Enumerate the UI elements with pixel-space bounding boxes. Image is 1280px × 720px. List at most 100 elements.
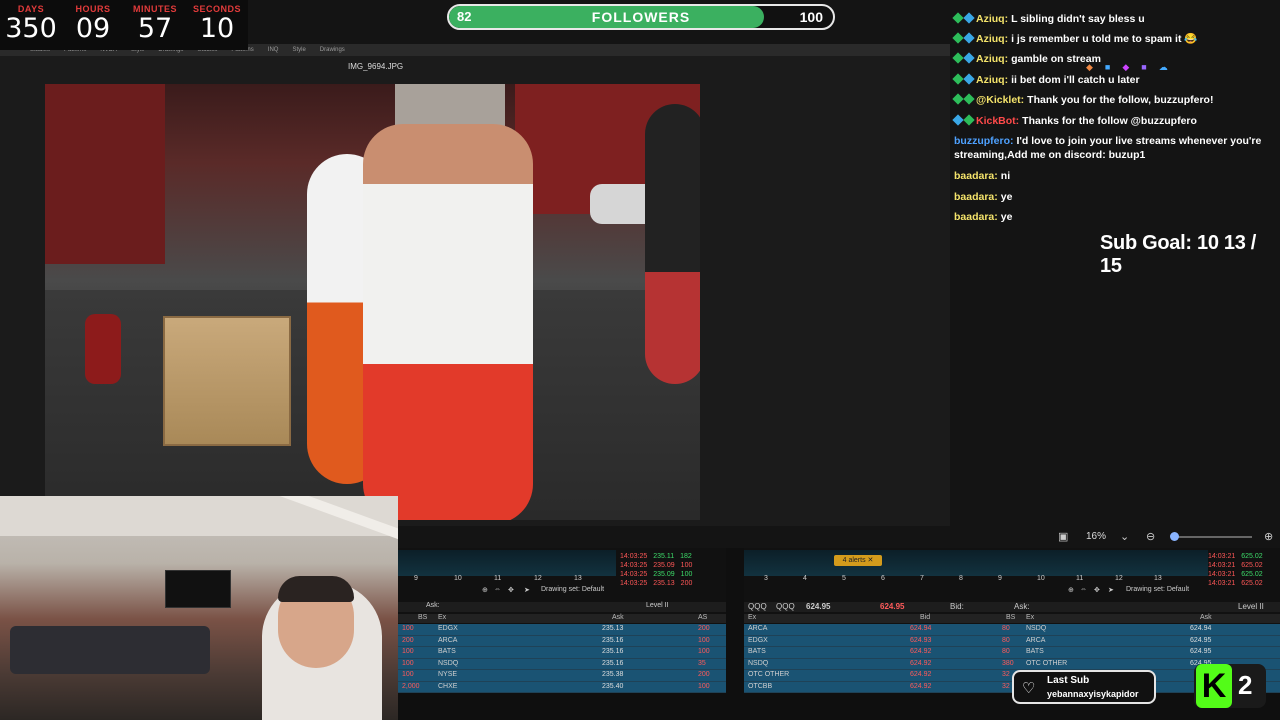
crosshair-icon[interactable]: ✥ — [1094, 586, 1100, 594]
quote-size: 182 — [680, 553, 692, 560]
cloud-icon[interactable]: ☁ — [1159, 62, 1168, 73]
cell-ex: CHXE — [438, 682, 458, 690]
cell-as: 100 — [698, 648, 710, 655]
chat-message: Aziuq: ii bet dom i'll catch u later — [952, 73, 1278, 87]
table-row[interactable]: 100 BATS 235.16 100 — [398, 647, 726, 659]
zoom-slider-track[interactable] — [1174, 536, 1252, 538]
countdown-hours: HOURS 09 — [62, 0, 124, 50]
pointer-icon[interactable]: ➤ — [524, 586, 530, 594]
chevron-down-icon[interactable]: ⌄ — [1120, 530, 1129, 543]
chat-username[interactable]: Aziuq: — [976, 74, 1008, 86]
table-row[interactable]: EDGX 624.93 80 ARCA 624.95 — [744, 635, 1280, 647]
cell-ask-ask: 624.94 — [1190, 625, 1212, 632]
chat-username[interactable]: @Kicklet: — [976, 94, 1024, 106]
sub-badge-icon — [952, 93, 964, 105]
table-row[interactable]: 100 NYSE 235.38 200 — [398, 670, 726, 682]
col-header: Bid — [920, 614, 931, 621]
zoom-slider-knob[interactable] — [1170, 532, 1179, 541]
zoom-out-icon[interactable]: ⊖ — [1146, 530, 1155, 543]
level2-rows: 100 EDGX 235.13 200 200 ARCA 235.16 100 100 BATS 2… — [398, 624, 726, 693]
table-row[interactable]: BATS 624.92 80 BATS 624.95 — [744, 647, 1280, 659]
chat-message: buzzupfero: I'd love to join your live st… — [954, 134, 1278, 162]
table-row[interactable]: 200 ARCA 235.16 100 — [398, 635, 726, 647]
col-header: AS — [698, 614, 708, 621]
countdown-timer: DAYS 350 HOURS 09 MINUTES 57 SECONDS 10 — [0, 0, 248, 50]
kick-logo-icon: K — [1196, 664, 1232, 708]
axis-tick-label: 12 — [534, 575, 542, 582]
cell-bid: 624.92 — [910, 682, 932, 690]
symbol[interactable]: QQQ — [748, 602, 767, 611]
cell-bs: 80 — [1002, 648, 1010, 655]
chat-text: ni — [1000, 170, 1011, 182]
col-header: BS — [418, 614, 428, 621]
chat-username[interactable]: buzzupfero: — [954, 135, 1014, 147]
axis-tick-label: 10 — [454, 575, 462, 582]
alerts-badge[interactable]: 4 alerts ✕ — [834, 555, 882, 566]
zoom-icon[interactable]: ⊕ — [482, 586, 488, 594]
table-row[interactable]: 2,000 CHXE 235.40 100 — [398, 681, 726, 693]
chat-username[interactable]: baadara: — [954, 191, 998, 203]
zoom-icon[interactable]: ⊕ — [1068, 586, 1074, 594]
app-icon[interactable]: ◆ — [1086, 62, 1093, 73]
drawing-set[interactable]: Drawing set: Default — [541, 586, 604, 593]
table-row[interactable]: 100 EDGX 235.13 200 — [398, 624, 726, 636]
col-header: Ask — [612, 614, 624, 621]
quote-time: 14:03:25 — [620, 562, 648, 569]
axis-tick-label: 13 — [574, 575, 582, 582]
ask-label: Ask: — [1014, 602, 1030, 611]
chat-username[interactable]: Aziuq: — [976, 13, 1008, 25]
last-sub-title: Last Sub — [1047, 675, 1090, 686]
quote-time: 14:03:25 — [620, 571, 648, 578]
chat-overlay: Aziuq: L sibling didn't say bless u Aziuq:… — [950, 0, 1280, 230]
time-sales-row: 14:03:25 235.11 182 — [620, 552, 698, 561]
cell-bs: 100 — [402, 659, 414, 667]
axis-tick-label: 11 — [494, 575, 502, 582]
chart-tools: ⊕ ⇔ ✥ ➤ Drawing set: Default — [744, 586, 1280, 596]
zoom-in-icon[interactable]: ⊕ — [1264, 530, 1273, 543]
cell-ask: 235.38 — [602, 671, 624, 678]
chat-username[interactable]: baadara: — [954, 170, 998, 182]
vip-badge-icon — [963, 73, 975, 85]
cell-ex: BATS — [438, 648, 456, 655]
drawing-set[interactable]: Drawing set: Default — [1126, 586, 1189, 593]
cell-ex: OTCBB — [748, 682, 773, 690]
app-icon[interactable]: ■ — [1141, 62, 1146, 73]
quote-size: 100 — [680, 562, 693, 569]
sparkline-chart — [744, 550, 1208, 576]
sub-badge-icon — [952, 52, 964, 64]
pan-icon[interactable]: ⇔ — [1080, 586, 1087, 593]
cell-bid: 624.92 — [910, 671, 932, 678]
cell-ask: 235.16 — [602, 659, 624, 667]
app-icon[interactable]: ■ — [1105, 62, 1110, 73]
chat-username[interactable]: KickBot: — [976, 115, 1019, 127]
axis-tick-label: 13 — [1154, 575, 1162, 582]
kick-viewer-widget: K 2 — [1194, 664, 1266, 708]
kick-count: 2 — [1238, 670, 1253, 700]
table-row[interactable]: 100 NSDQ 235.16 35 — [398, 658, 726, 670]
vip-badge-icon — [963, 12, 975, 24]
table-row[interactable]: ARCA 624.94 80 NSDQ 624.94 — [744, 624, 1280, 636]
pan-icon[interactable]: ⇔ — [494, 586, 501, 593]
pointer-icon[interactable]: ➤ — [1108, 586, 1114, 594]
chat-username[interactable]: Aziuq: — [976, 33, 1008, 45]
sub-badge-icon — [963, 114, 975, 126]
crosshair-icon[interactable]: ✥ — [508, 586, 514, 594]
chat-username[interactable]: baadara: — [954, 211, 998, 223]
chat-username[interactable]: Aziuq: — [976, 53, 1008, 65]
quote-time: 14:03:21 — [1208, 553, 1236, 560]
image-filename: IMG_9694.JPG — [348, 62, 404, 71]
quote-price: 235.09 — [653, 562, 675, 569]
axis-tick-label: 8 — [959, 575, 963, 582]
zoom-level[interactable]: 16% — [1086, 531, 1106, 542]
cell-ex: ARCA — [438, 636, 458, 644]
chat-text: ye — [1000, 191, 1013, 203]
axis-tick-label: 10 — [1037, 575, 1045, 582]
bid-label: Bid: — [950, 602, 964, 611]
symbol[interactable]: QQQ — [776, 602, 795, 611]
col-header: Ex — [748, 614, 757, 621]
app-icon[interactable]: ◆ — [1122, 62, 1129, 73]
quote-price: 625.02 — [1241, 553, 1263, 560]
cell-bs: 32 — [1002, 682, 1010, 690]
cell-ask: 235.40 — [602, 682, 624, 690]
screenshot-icon[interactable]: ▣ — [1058, 530, 1068, 543]
